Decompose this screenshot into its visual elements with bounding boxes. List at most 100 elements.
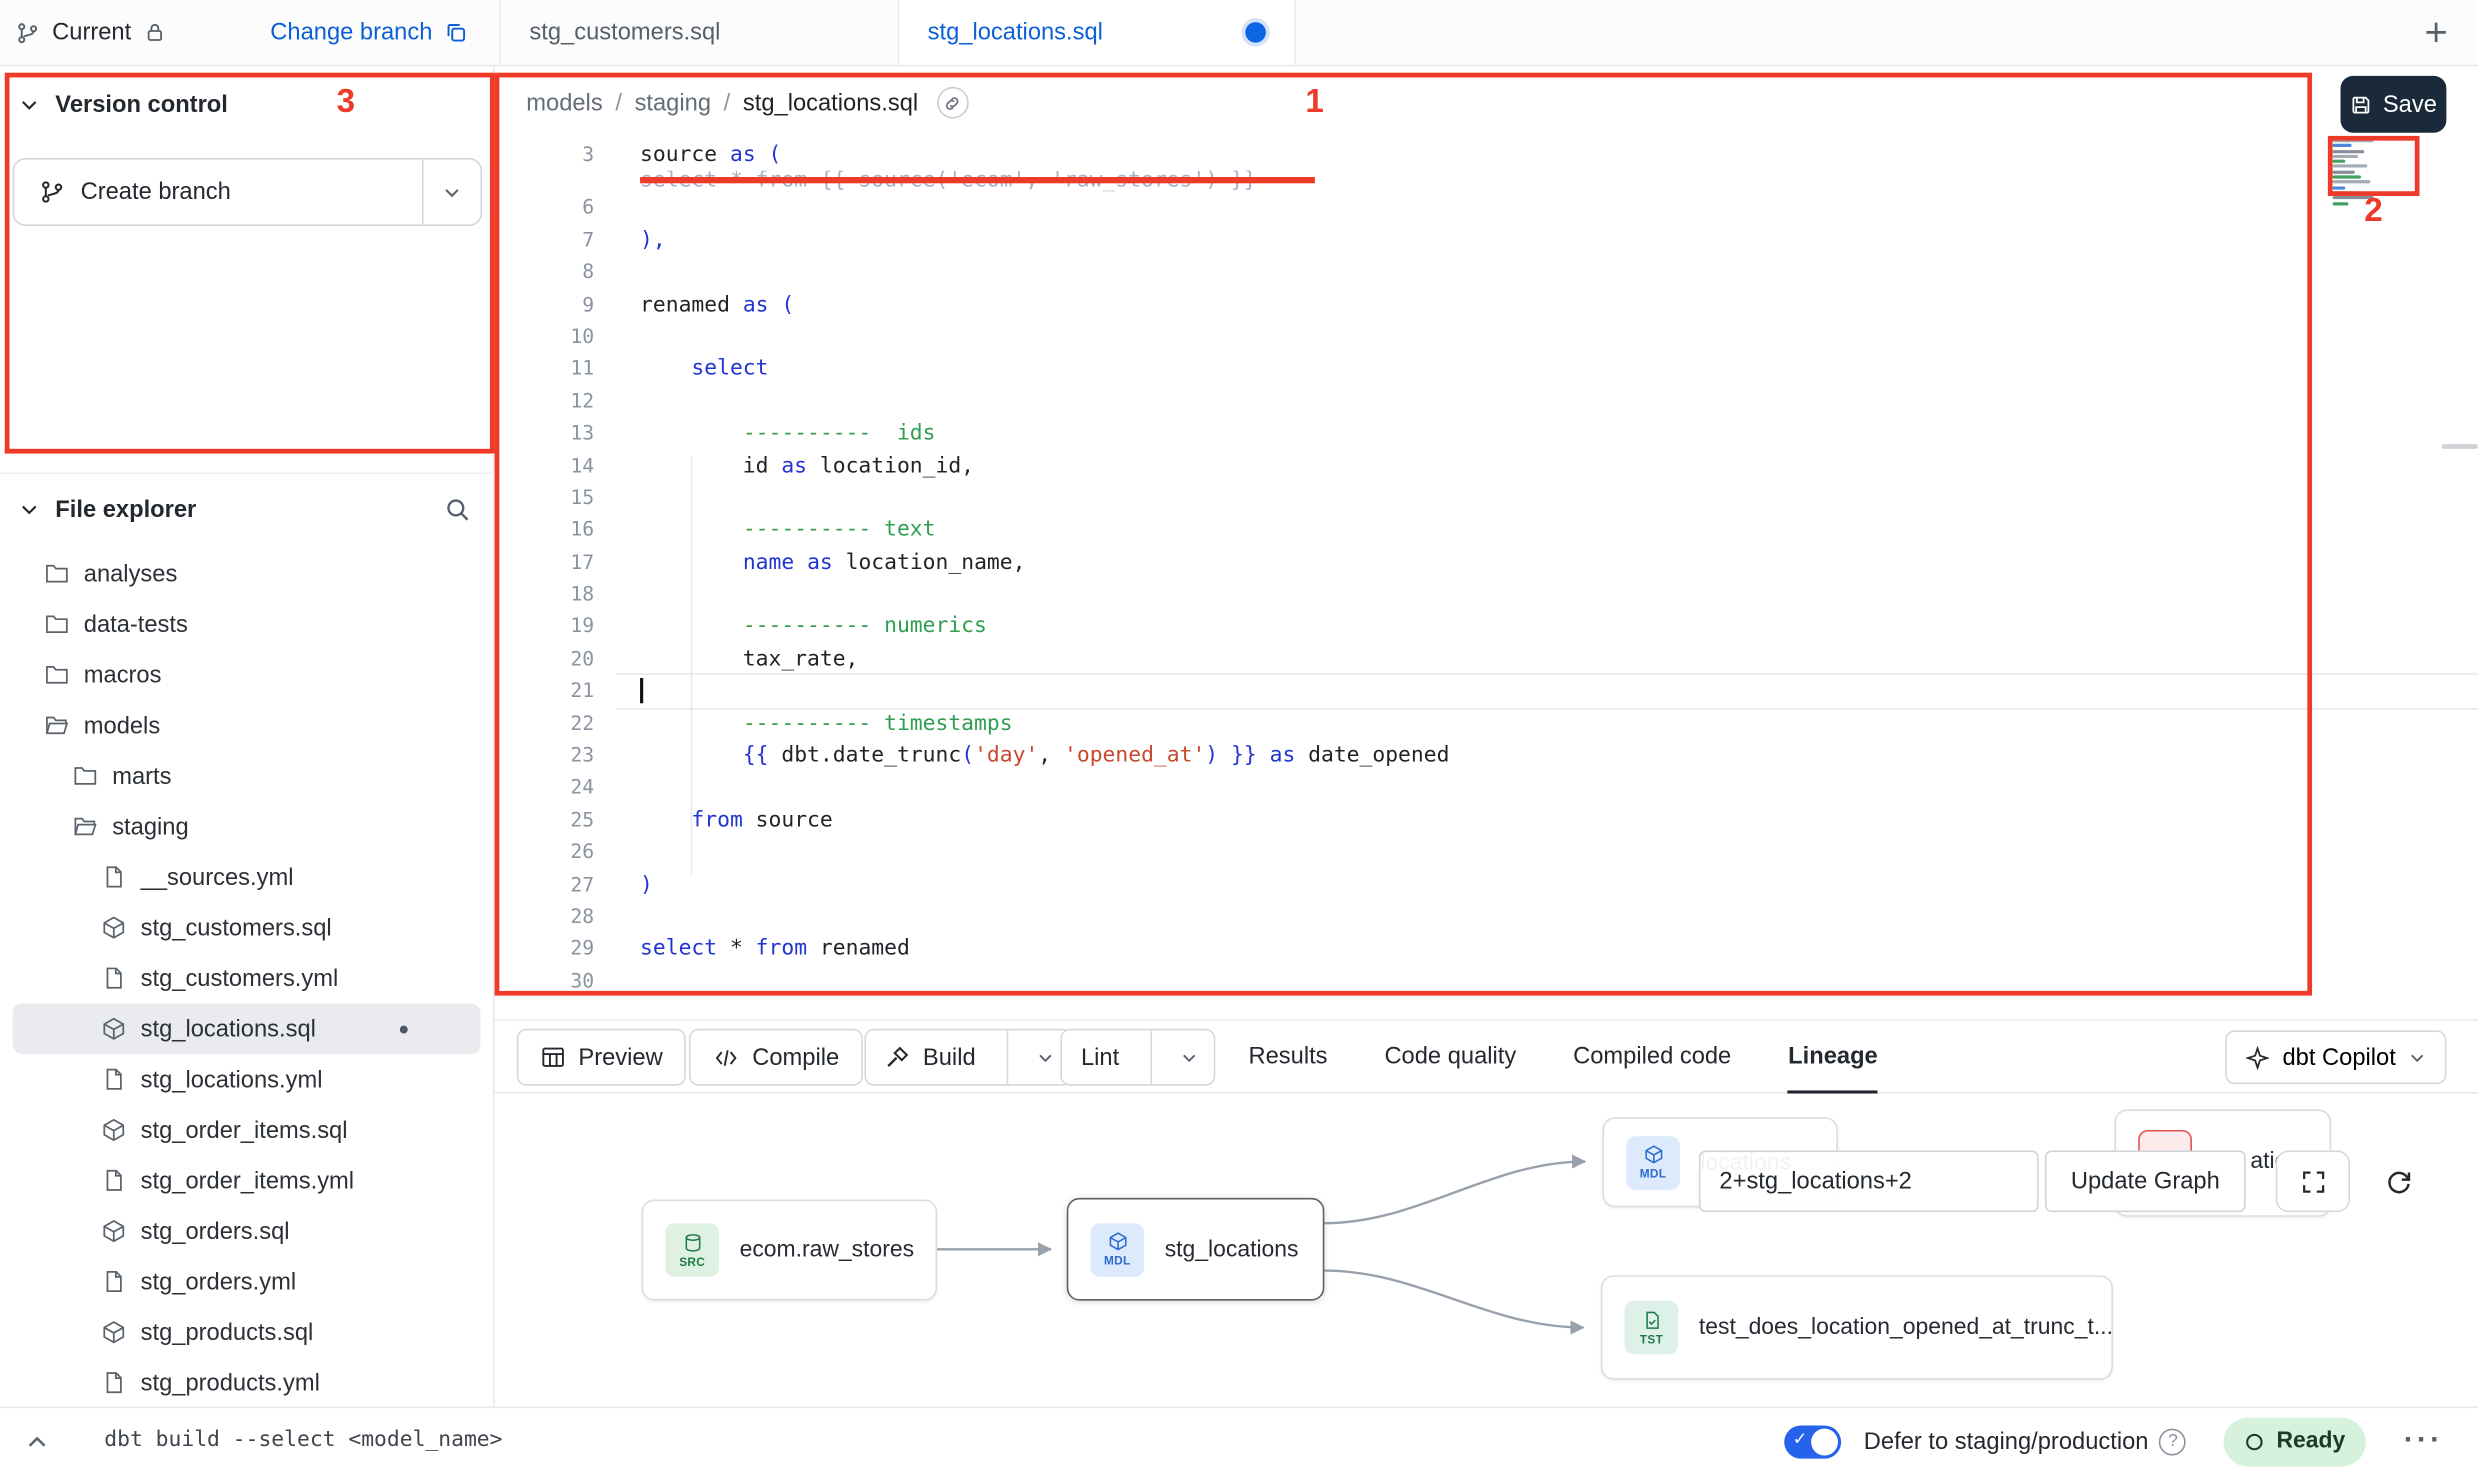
code-line-6[interactable]: 6 xyxy=(495,192,2478,224)
code-line-18[interactable]: 18 xyxy=(495,579,2478,611)
code-line-24[interactable]: 24 xyxy=(495,772,2478,804)
current-branch[interactable]: Current xyxy=(16,19,166,46)
code-lines: 3source as (select * from {{ source('eco… xyxy=(495,139,2478,999)
code-line-26[interactable]: 26 xyxy=(495,836,2478,868)
code-line-3[interactable]: 3source as ( xyxy=(495,139,2478,171)
file-tree-item-stg_order_items.sql[interactable]: stg_order_items.sql xyxy=(13,1105,481,1156)
code-line-27[interactable]: 27) xyxy=(495,869,2478,901)
code-line-11[interactable]: 11 select xyxy=(495,353,2478,385)
file-search-button[interactable] xyxy=(441,493,474,526)
file-icon xyxy=(101,864,126,889)
actions-row: Preview Compile Build Lint xyxy=(495,1021,2478,1094)
code-line-23[interactable]: 23 {{ dbt.date_trunc('day', 'opened_at')… xyxy=(495,740,2478,772)
lineage-canvas[interactable]: MDL locations atio SRC ecom.raw_stores xyxy=(495,1094,2478,1407)
code-line-16[interactable]: 16 ---------- text xyxy=(495,514,2478,546)
help-icon[interactable]: ? xyxy=(2160,1428,2187,1455)
code-line-8[interactable]: 8 xyxy=(495,256,2478,288)
tab-results[interactable]: Results xyxy=(1248,1021,1327,1092)
breadcrumb-staging[interactable]: staging xyxy=(635,89,711,116)
build-button[interactable]: Build xyxy=(864,1029,1072,1086)
test-check-icon xyxy=(1641,1309,1662,1330)
copy-link-button[interactable] xyxy=(937,87,969,119)
file-tree-item-stg_locations.yml[interactable]: stg_locations.yml xyxy=(13,1054,481,1105)
model-icon xyxy=(101,1117,126,1142)
more-menu-button[interactable]: ··· xyxy=(2394,1422,2452,1460)
code-line-22[interactable]: 22 ---------- timestamps xyxy=(495,707,2478,739)
folder-icon xyxy=(44,662,69,687)
model-badge: MDL xyxy=(1626,1135,1680,1189)
tab-stg-customers-sql[interactable]: stg_customers.sql xyxy=(499,0,897,65)
compile-button[interactable]: Compile xyxy=(689,1029,863,1086)
code-line-collapsed[interactable]: select * from {{ source('ecom', 'raw_sto… xyxy=(495,171,2478,192)
file-tree-item-stg_customers.sql[interactable]: stg_customers.sql xyxy=(13,902,481,953)
file-tree-item-marts[interactable]: marts xyxy=(13,751,481,802)
code-line-13[interactable]: 13 ---------- ids xyxy=(495,417,2478,449)
folder-icon xyxy=(44,561,69,586)
folder-open-icon xyxy=(73,814,98,839)
code-line-28[interactable]: 28 xyxy=(495,901,2478,933)
code-line-14[interactable]: 14 id as location_id, xyxy=(495,450,2478,482)
file-tree-item-__sources.yml[interactable]: __sources.yml xyxy=(13,852,481,903)
code-line-9[interactable]: 9renamed as ( xyxy=(495,289,2478,321)
create-branch-button[interactable]: Create branch xyxy=(13,158,482,226)
refresh-button[interactable] xyxy=(2366,1152,2432,1212)
preview-button[interactable]: Preview xyxy=(517,1029,687,1086)
dbt-copilot-button[interactable]: dbt Copilot xyxy=(2226,1030,2447,1084)
code-line-15[interactable]: 15 xyxy=(495,482,2478,514)
lineage-node-stg-locations[interactable]: MDL stg_locations xyxy=(1067,1198,1325,1301)
lineage-selector-input[interactable] xyxy=(1699,1150,2039,1212)
file-tree-item-stg_orders.sql[interactable]: stg_orders.sql xyxy=(13,1206,481,1257)
lint-dropdown[interactable] xyxy=(1165,1049,1214,1066)
file-tree-item-staging[interactable]: staging xyxy=(13,801,481,852)
file-tree-item-stg_customers.yml[interactable]: stg_customers.yml xyxy=(13,953,481,1004)
lineage-node-test[interactable]: TST test_does_location_opened_at_trunc_t… xyxy=(1601,1275,2113,1379)
collapse-panel-button[interactable] xyxy=(19,1424,55,1460)
version-control-title: Version control xyxy=(55,92,228,119)
new-tab-button[interactable] xyxy=(2416,13,2456,53)
source-badge: SRC xyxy=(665,1223,719,1277)
status-ready-badge[interactable]: Ready xyxy=(2224,1417,2365,1466)
status-right-group: ✓ Defer to staging/production ? Ready ··… xyxy=(1785,1408,2453,1474)
file-tree-item-stg_order_items.yml[interactable]: stg_order_items.yml xyxy=(13,1155,481,1206)
lock-icon xyxy=(144,21,166,45)
modified-dot xyxy=(400,1025,408,1033)
code-line-7[interactable]: 7), xyxy=(495,224,2478,256)
file-tree-item-data-tests[interactable]: data-tests xyxy=(13,599,481,650)
lineage-node-ecom-raw-stores[interactable]: SRC ecom.raw_stores xyxy=(642,1199,938,1300)
file-tree-item-stg_products.sql[interactable]: stg_products.sql xyxy=(13,1307,481,1358)
tab-code-quality[interactable]: Code quality xyxy=(1384,1021,1516,1092)
file-tree-item-macros[interactable]: macros xyxy=(13,650,481,701)
code-line-20[interactable]: 20 tax_rate, xyxy=(495,643,2478,675)
file-tree-item-stg_orders.yml[interactable]: stg_orders.yml xyxy=(13,1256,481,1307)
file-tree-item-analyses[interactable]: analyses xyxy=(13,548,481,599)
hammer-icon xyxy=(885,1045,910,1070)
save-button[interactable]: Save xyxy=(2341,76,2447,133)
code-line-19[interactable]: 19 ---------- numerics xyxy=(495,611,2478,643)
code-line-29[interactable]: 29select * from renamed xyxy=(495,933,2478,965)
git-branch-icon xyxy=(40,179,65,206)
chevron-down-icon[interactable] xyxy=(19,499,40,520)
code-line-10[interactable]: 10 xyxy=(495,321,2478,353)
code-line-21[interactable]: 21 xyxy=(495,675,2478,707)
tab-lineage[interactable]: Lineage xyxy=(1788,1021,1878,1092)
file-tree-item-stg_locations.sql[interactable]: stg_locations.sql xyxy=(13,1004,481,1055)
breadcrumb-models[interactable]: models xyxy=(526,89,602,116)
file-tree-item-models[interactable]: models xyxy=(13,700,481,751)
fullscreen-button[interactable] xyxy=(2276,1150,2350,1212)
change-branch-link[interactable]: Change branch xyxy=(270,19,467,46)
file-tree-item-stg_products.yml[interactable]: stg_products.yml xyxy=(13,1358,481,1409)
code-line-17[interactable]: 17 name as location_name, xyxy=(495,546,2478,578)
defer-toggle[interactable]: ✓ xyxy=(1785,1425,1842,1458)
text-cursor xyxy=(640,678,642,703)
tab-compiled-code[interactable]: Compiled code xyxy=(1573,1021,1731,1092)
chevron-down-icon[interactable] xyxy=(19,95,40,116)
tab-stg-locations-sql[interactable]: stg_locations.sql xyxy=(898,0,1296,65)
annotation-strike-line xyxy=(640,178,1315,184)
panel-resize-handle[interactable] xyxy=(2442,444,2478,449)
code-line-12[interactable]: 12 xyxy=(495,385,2478,417)
lint-button[interactable]: Lint xyxy=(1060,1029,1215,1086)
code-line-25[interactable]: 25 from source xyxy=(495,804,2478,836)
create-branch-dropdown[interactable] xyxy=(424,183,481,202)
code-line-30[interactable]: 30 xyxy=(495,965,2478,997)
update-graph-button[interactable]: Update Graph xyxy=(2045,1150,2246,1212)
